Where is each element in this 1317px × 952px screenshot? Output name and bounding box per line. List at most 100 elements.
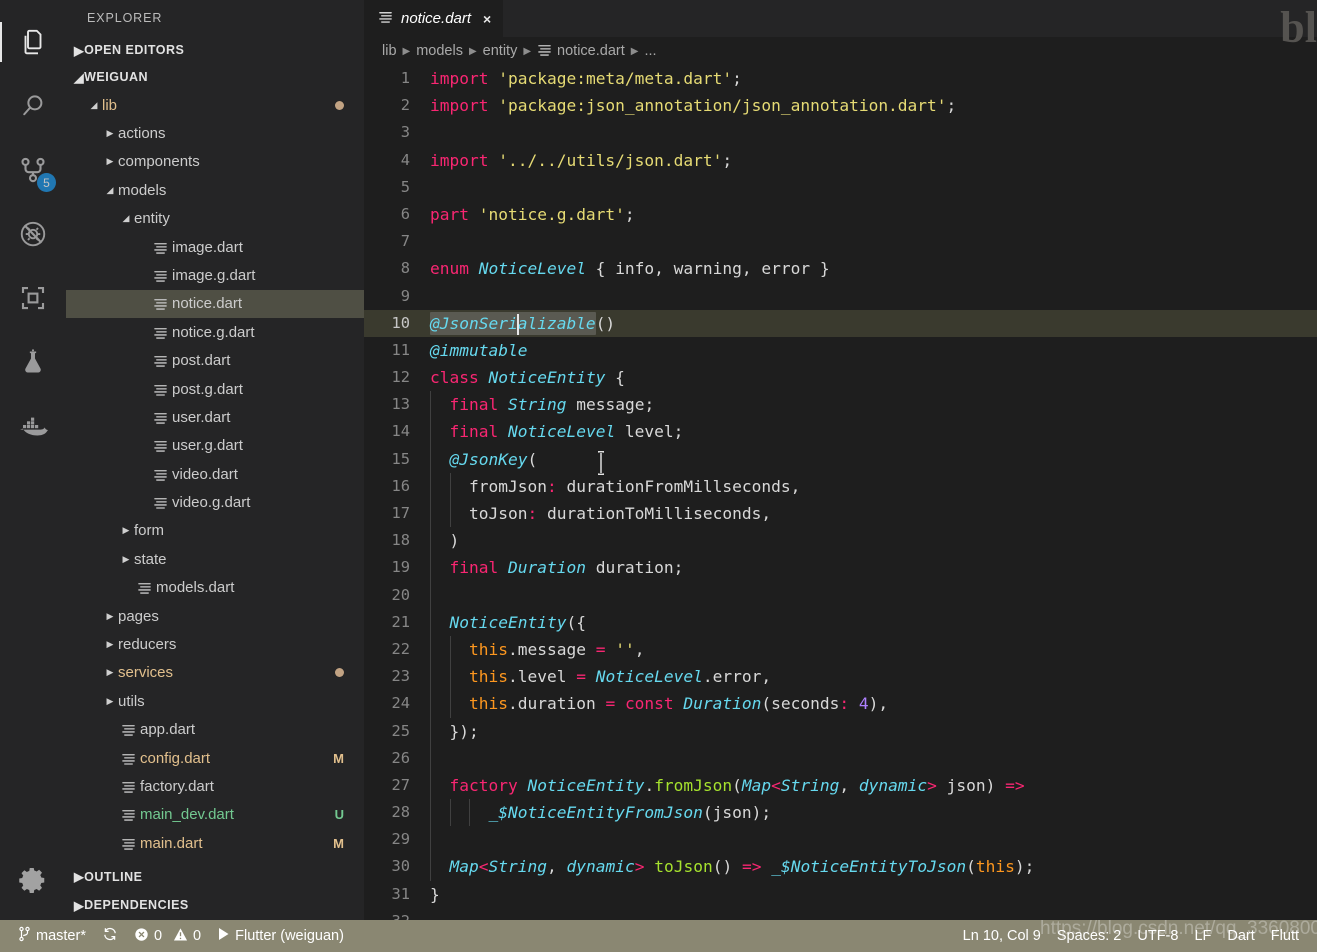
tree-file-notice.g.dart[interactable]: notice.g.dart [66,318,364,346]
status-cursor-position[interactable]: Ln 10, Col 9 [955,928,1049,944]
breadcrumb-item[interactable]: lib [382,43,397,59]
code-line[interactable]: 13 final String message; [364,391,1317,419]
section-dependencies[interactable]: ▶ DEPENDENCIES [66,890,364,920]
code-line[interactable]: 28 _$NoticeEntityFromJson(json); [364,799,1317,827]
breadcrumb-item[interactable]: ... [644,43,656,59]
code-line[interactable]: 6 part 'notice.g.dart'; [364,201,1317,228]
code-line[interactable]: 10 @JsonSerializable() [364,309,1317,337]
tree-file-main.dart[interactable]: main.dart M [66,829,364,857]
code-line[interactable]: 32 [364,908,1317,920]
code-line[interactable]: 30 Map<String, dynamic> toJson() => _$No… [364,853,1317,881]
code-line[interactable]: 25 }); [364,717,1317,745]
tree-folder-models[interactable]: ◢ models [66,176,364,204]
tree-file-factory.dart[interactable]: factory.dart [66,772,364,800]
tree-file-theme.dart[interactable]: theme.dart [66,857,364,863]
activity-item-explorer[interactable] [0,10,66,74]
tree-folder-state[interactable]: ▶ state [66,545,364,573]
section-weiguan[interactable]: ◢ WEIGUAN [66,64,364,91]
breadcrumb-item[interactable]: models [416,43,463,59]
status-problems[interactable]: 0 0 [126,920,209,952]
code-line[interactable]: 4 import '../../utils/json.dart'; [364,147,1317,174]
code-line[interactable]: 15 @JsonKey( [364,445,1317,473]
status-language-mode[interactable]: Dart [1219,928,1262,944]
code-line[interactable]: 27 factory NoticeEntity.fromJson(Map<Str… [364,771,1317,800]
code-line[interactable]: 18 ) [364,527,1317,555]
code-line[interactable]: 20 [364,581,1317,609]
tree-folder-utils[interactable]: ▶ utils [66,687,364,715]
code-line[interactable]: 21 NoticeEntity({ [364,608,1317,636]
code-line[interactable]: 12 class NoticeEntity { [364,364,1317,391]
code-line[interactable]: 5 [364,174,1317,201]
tree-file-app.dart[interactable]: app.dart [66,716,364,744]
section-open-editors[interactable]: ▶ OPEN EDITORS [66,37,364,64]
code-line[interactable]: 14 final NoticeLevel level; [364,418,1317,446]
tree-item-label: actions [118,124,166,142]
code-editor[interactable]: 1 import 'package:meta/meta.dart'; 2 import… [364,65,1317,920]
tree-folder-actions[interactable]: ▶ actions [66,119,364,147]
tree-file-post.dart[interactable]: post.dart [66,346,364,374]
status-branch[interactable]: master* [10,920,94,952]
code-line[interactable]: 26 [364,744,1317,772]
tree-file-video.dart[interactable]: video.dart [66,460,364,488]
code-line[interactable]: 29 [364,826,1317,854]
section-dependencies-label: DEPENDENCIES [84,898,189,912]
code-token: Duration [507,558,586,578]
tree-file-video.g.dart[interactable]: video.g.dart [66,488,364,516]
tree-folder-services[interactable]: ▶ services [66,659,364,687]
tree-file-main_dev.dart[interactable]: main_dev.dart U [66,801,364,829]
code-token: . [644,775,655,795]
code-line[interactable]: 23 this.level = NoticeLevel.error, [364,663,1317,691]
tree-folder-components[interactable]: ▶ components [66,148,364,176]
status-eol[interactable]: LF [1186,928,1219,944]
code-token: fromJson [654,775,733,795]
status-sync[interactable] [94,920,126,952]
activity-item-source-control[interactable]: 5 [0,138,66,202]
code-line[interactable]: 1 import 'package:meta/meta.dart'; [364,65,1317,92]
code-line[interactable]: 24 this.duration = const Duration(second… [364,690,1317,718]
tree-file-post.g.dart[interactable]: post.g.dart [66,375,364,403]
tree-file-user.dart[interactable]: user.dart [66,403,364,431]
activity-item-docker[interactable] [0,394,66,458]
close-icon[interactable]: × [483,11,491,27]
status-flutter-version[interactable]: Flutt [1263,928,1307,944]
status-flutter-device[interactable]: Flutter (weiguan) [209,920,352,952]
tree-folder-form[interactable]: ▶ form [66,517,364,545]
section-outline[interactable]: ▶ OUTLINE [66,863,364,890]
activity-item-testing[interactable] [0,330,66,394]
code-line[interactable]: 2 import 'package:json_annotation/json_an… [364,92,1317,119]
code-line[interactable]: 31} [364,881,1317,908]
tree-file-config.dart[interactable]: config.dart M [66,744,364,772]
code-line[interactable]: 22 this.message = '', [364,635,1317,664]
code-line[interactable]: 9 [364,283,1317,310]
tree-folder-lib[interactable]: ◢ lib [66,91,364,119]
code-line[interactable]: 19 final Duration duration; [364,554,1317,582]
activity-item-search[interactable] [0,74,66,138]
activity-item-run-debug[interactable] [0,202,66,266]
tree-item-label: notice.dart [172,295,243,313]
tree-file-notice.dart[interactable]: notice.dart [66,289,364,319]
tree-folder-reducers[interactable]: ▶ reducers [66,630,364,658]
tree-file-image.g.dart[interactable]: image.g.dart [66,261,364,289]
code-line[interactable]: 8 enum NoticeLevel { info, warning, error… [364,255,1317,282]
breadcrumb-item[interactable]: notice.dart [537,42,625,61]
tree-file-user.g.dart[interactable]: user.g.dart [66,432,364,460]
breadcrumb-item[interactable]: entity [483,43,518,59]
tree-file-models.dart[interactable]: models.dart [66,574,364,602]
code-line[interactable]: 7 [364,228,1317,255]
activity-item-extensions[interactable] [0,266,66,330]
tree-file-image.dart[interactable]: image.dart [66,233,364,261]
code-line[interactable]: 3 [364,119,1317,146]
tree-folder-pages[interactable]: ▶ pages [66,602,364,630]
code-line[interactable]: 16 fromJson: durationFromMillseconds, [364,472,1317,500]
code-line[interactable]: 11 @immutable [364,337,1317,364]
status-encoding[interactable]: UTF-8 [1129,928,1186,944]
status-indentation[interactable]: Spaces: 2 [1049,928,1130,944]
file-tree[interactable]: ◢ lib ▶ actions ▶ components ◢ models ◢ entity ima… [66,90,364,863]
code-line[interactable]: 17 toJson: durationToMilliseconds, [364,500,1317,528]
chevron-right-icon: ▶ [106,610,114,621]
tree-folder-entity[interactable]: ◢ entity [66,204,364,232]
tab-notice-dart[interactable]: notice.dart × [364,0,505,37]
dart-file-icon [118,751,138,766]
activity-item-manage[interactable] [0,848,66,912]
